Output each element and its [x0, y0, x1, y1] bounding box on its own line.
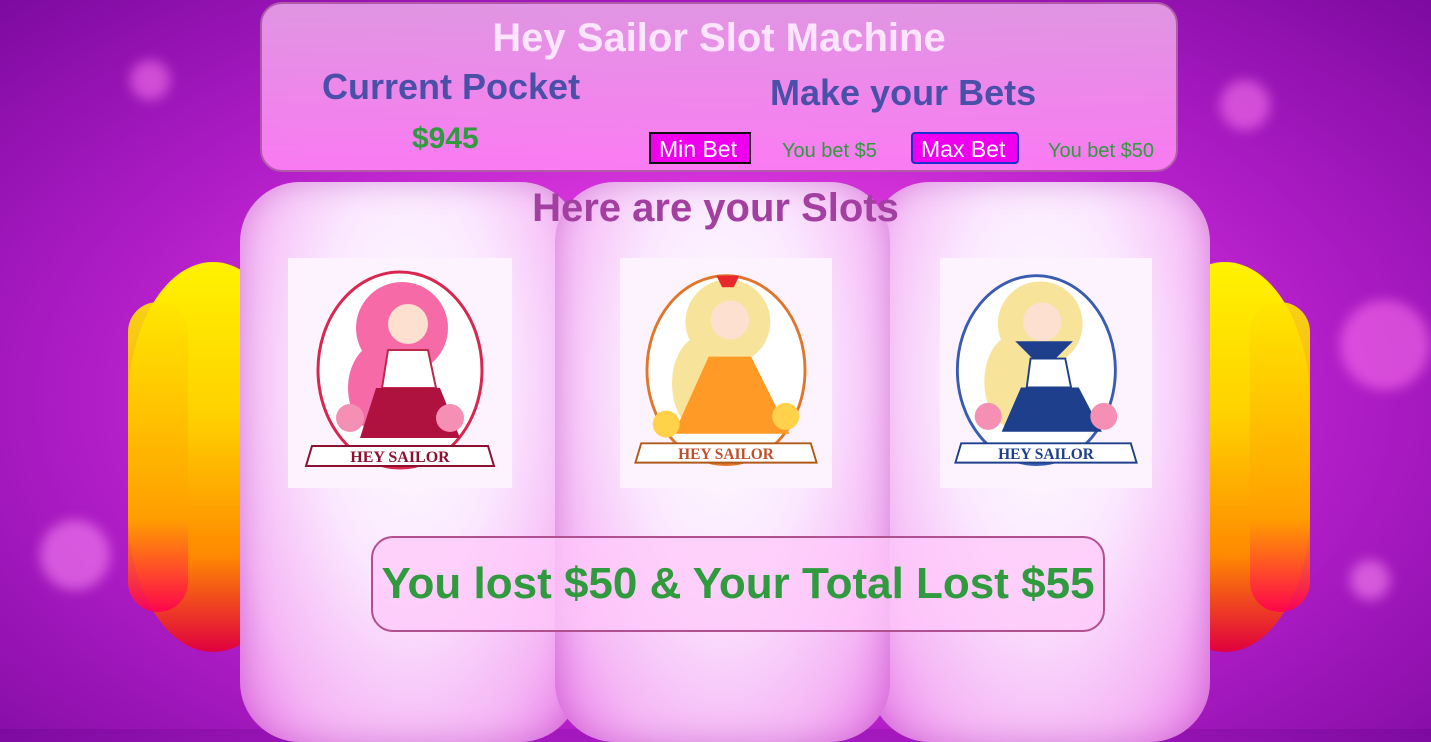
bokeh-light — [1220, 80, 1270, 130]
game-title: Hey Sailor Slot Machine — [492, 16, 946, 60]
slot-3-image: HEY SAILOR — [940, 258, 1152, 488]
sailor-girl-illustration: HEY SAILOR — [954, 274, 1138, 466]
make-bets-label: Make your Bets — [770, 72, 1037, 113]
max-bet-note: You bet $50 — [1048, 140, 1155, 162]
result-message: You lost $50 & Your Total Lost $55 — [371, 536, 1105, 632]
slots-heading: Here are your Slots — [532, 186, 899, 230]
header-panel: Hey Sailor Slot Machine Current Pocket $… — [260, 2, 1178, 172]
bokeh-light — [40, 520, 110, 590]
current-pocket-value: $945 — [412, 122, 479, 155]
slot-1-image: HEY SAILOR — [288, 258, 512, 488]
sailor-girl-illustration: HEY SAILOR — [304, 270, 496, 470]
hey-sailor-banner-text: HEY SAILOR — [678, 446, 775, 463]
sailor-girl-illustration: HEY SAILOR — [634, 274, 818, 466]
bokeh-light — [1350, 560, 1390, 600]
roller-shade — [128, 302, 188, 612]
min-bet-button[interactable]: Min Bet — [649, 132, 751, 164]
hey-sailor-banner-text: HEY SAILOR — [350, 449, 450, 466]
roller-shade — [1250, 302, 1310, 612]
max-bet-button[interactable]: Max Bet — [911, 132, 1019, 164]
slot-2-image: HEY SAILOR — [620, 258, 832, 488]
current-pocket-label: Current Pocket — [322, 66, 581, 107]
bokeh-light — [1340, 300, 1430, 390]
bokeh-light — [130, 60, 170, 100]
min-bet-note: You bet $5 — [782, 140, 877, 162]
hey-sailor-banner-text: HEY SAILOR — [998, 446, 1095, 463]
